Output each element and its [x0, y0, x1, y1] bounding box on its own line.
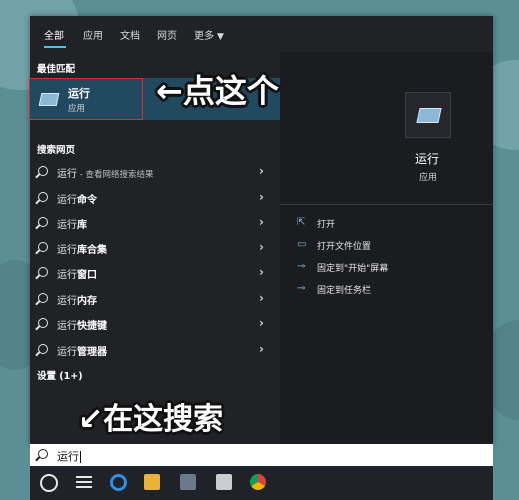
- web-result-text: 运行 - 查看网络搜索结果: [57, 165, 153, 180]
- store-icon[interactable]: [180, 474, 196, 490]
- search-icon: [38, 192, 48, 202]
- edge-browser-icon[interactable]: [110, 474, 127, 491]
- search-icon: [38, 217, 48, 227]
- web-result-query: 运行: [57, 169, 77, 180]
- tab-apps[interactable]: 应用: [83, 27, 103, 42]
- search-query-text: 运行: [57, 450, 79, 463]
- caret-down-icon: ▼: [217, 32, 224, 42]
- text-cursor: [80, 451, 81, 463]
- action-label: 固定到任务栏: [317, 286, 372, 296]
- web-result-query: 运行: [57, 270, 77, 281]
- web-result-text: 运行窗口: [57, 266, 97, 281]
- action-label: 打开文件位置: [317, 242, 372, 252]
- web-result-query: 运行: [57, 245, 77, 256]
- best-match-subtitle: 应用: [68, 104, 86, 114]
- web-result-suffix: 快捷键: [77, 321, 107, 332]
- web-result-row[interactable]: 运行管理器 ›: [30, 338, 270, 362]
- search-icon: [38, 166, 48, 176]
- web-result-suffix: 库合集: [77, 245, 107, 256]
- web-result-row[interactable]: 运行命令 ›: [30, 186, 270, 210]
- web-result-text: 运行管理器: [57, 343, 107, 358]
- search-icon: [38, 344, 48, 354]
- web-result-query: 运行: [57, 296, 77, 307]
- app-icon[interactable]: [216, 474, 232, 490]
- run-app-icon: [38, 93, 60, 106]
- chrome-icon[interactable]: [250, 474, 266, 490]
- web-result-suffix: 内存: [77, 296, 97, 307]
- web-result-text: 运行快捷键: [57, 317, 107, 332]
- chevron-right-icon: ›: [259, 291, 264, 305]
- best-match-title: 运行: [68, 87, 90, 100]
- action-label: 固定到"开始"屏幕: [317, 264, 389, 274]
- settings-section-label[interactable]: 设置 (1+): [37, 368, 83, 382]
- web-result-row[interactable]: 运行窗口 ›: [30, 261, 270, 285]
- taskbar: [30, 466, 493, 500]
- search-icon: [38, 318, 48, 328]
- chevron-right-icon: ›: [259, 316, 264, 330]
- task-view-icon[interactable]: [76, 474, 92, 490]
- action-open-file-location[interactable]: ▭ 打开文件位置: [297, 237, 487, 255]
- search-input-value: 运行: [57, 448, 81, 464]
- annotation-search-here: ↙在这搜索: [78, 402, 224, 437]
- web-result-row[interactable]: 运行库合集 ›: [30, 236, 270, 260]
- file-explorer-icon[interactable]: [144, 474, 160, 490]
- search-icon: [38, 267, 48, 277]
- best-match-label: 最佳匹配: [37, 64, 76, 75]
- active-tab-indicator: [44, 46, 66, 48]
- web-result-query: 运行: [57, 220, 77, 231]
- annotation-click-this: ←点这个: [156, 72, 279, 110]
- web-result-query: 运行: [57, 195, 77, 206]
- search-icon: [38, 293, 48, 303]
- search-input[interactable]: 运行: [30, 444, 493, 466]
- web-result-suffix: 管理器: [77, 347, 107, 358]
- chevron-right-icon: ›: [259, 190, 264, 204]
- detail-app-icon-box: [405, 92, 451, 138]
- best-match-item[interactable]: 运行 应用: [29, 78, 143, 120]
- detail-subtitle: 应用: [419, 173, 438, 183]
- action-pin-to-taskbar[interactable]: ⊸ 固定到任务栏: [297, 281, 487, 299]
- pin-icon: ⊸: [297, 283, 306, 294]
- detail-title: 运行: [415, 152, 440, 166]
- tab-more[interactable]: 更多 ▼: [194, 27, 224, 42]
- folder-open-icon: ▭: [297, 239, 307, 250]
- web-search-label: 搜索网页: [37, 145, 76, 156]
- web-result-row[interactable]: 运行内存 ›: [30, 287, 270, 311]
- web-result-query: 运行: [57, 321, 77, 332]
- web-result-suffix: 命令: [77, 195, 97, 206]
- web-result-text: 运行命令: [57, 191, 97, 206]
- chevron-right-icon: ›: [259, 215, 264, 229]
- web-result-text: 运行库: [57, 216, 87, 231]
- web-result-row[interactable]: 运行 - 查看网络搜索结果 ›: [30, 160, 270, 184]
- search-icon: [38, 449, 48, 459]
- action-open[interactable]: ⇱ 打开: [297, 215, 487, 233]
- taskbar-search-icon[interactable]: [40, 474, 58, 492]
- divider: [280, 204, 493, 205]
- web-result-suffix: - 查看网络搜索结果: [77, 170, 154, 180]
- web-result-text: 运行库合集: [57, 241, 107, 256]
- action-label: 打开: [317, 220, 336, 230]
- web-result-row[interactable]: 运行快捷键 ›: [30, 312, 270, 336]
- web-result-text: 运行内存: [57, 292, 97, 307]
- filter-tabs: 全部 应用 文档 网页 更多 ▼: [30, 16, 493, 52]
- chevron-right-icon: ›: [259, 265, 264, 279]
- chevron-right-icon: ›: [259, 164, 264, 178]
- detail-pane: 运行 应用 ⇱ 打开 ▭ 打开文件位置 ⊸ 固定到"开始"屏幕 ⊸ 固定到任务栏: [280, 52, 493, 444]
- tab-web[interactable]: 网页: [157, 27, 177, 42]
- tab-all[interactable]: 全部: [44, 27, 64, 42]
- web-result-row[interactable]: 运行库 ›: [30, 211, 270, 235]
- web-result-query: 运行: [57, 347, 77, 358]
- open-icon: ⇱: [297, 217, 306, 228]
- tab-documents[interactable]: 文档: [120, 27, 140, 42]
- action-pin-to-start[interactable]: ⊸ 固定到"开始"屏幕: [297, 259, 487, 277]
- chevron-right-icon: ›: [259, 240, 264, 254]
- web-result-suffix: 窗口: [77, 270, 97, 281]
- chevron-right-icon: ›: [259, 342, 264, 356]
- run-app-icon: [416, 108, 442, 123]
- web-result-suffix: 库: [77, 220, 87, 231]
- tab-more-label: 更多: [194, 31, 214, 42]
- search-icon: [38, 242, 48, 252]
- pin-icon: ⊸: [297, 261, 306, 272]
